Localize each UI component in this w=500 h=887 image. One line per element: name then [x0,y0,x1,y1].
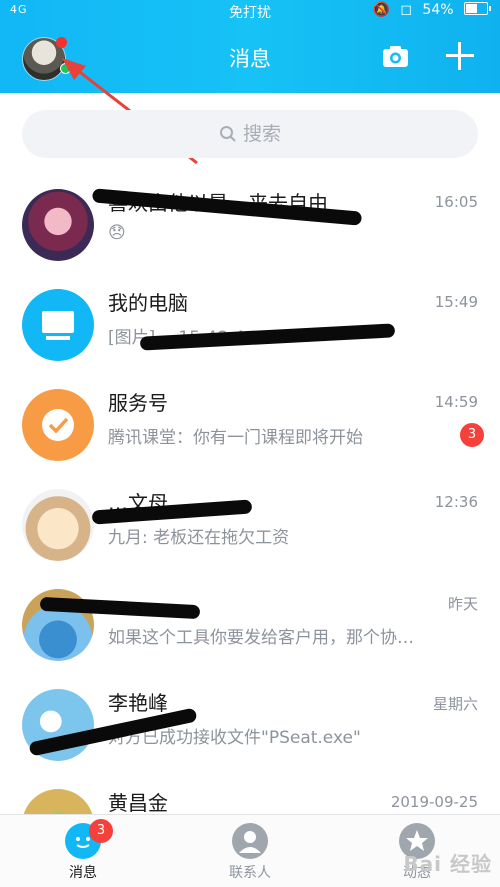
message-time: 14:59 [434,393,478,411]
conversation-item[interactable]: 李艳峰 对方已成功接收文件"PSeat.exe" 星期六 [0,675,500,775]
battery-percent: 54% [422,2,454,18]
status-right: 🔕 ◻ 54% [366,2,491,18]
conversation-item[interactable]: …文母 九月: 老板还在拖欠工资 12:36 [0,475,500,575]
message-time: 12:36 [434,493,478,511]
computer-icon [42,311,74,340]
contact-name: 黄昌金 [108,791,168,815]
search-icon [219,126,236,142]
search-input[interactable]: 搜索 [22,110,478,158]
message-preview: 腾讯课堂：你有一门课程即将开始 [108,428,363,448]
person-icon [239,831,261,853]
message-preview: 九月: 老板还在拖欠工资 [108,528,290,548]
battery-icon [464,2,491,15]
contacts-tab-icon [232,823,268,859]
bottom-nav: 3 消息 联系人 动态 Bai 经验 [0,814,500,887]
conversation-item[interactable]: 喜欢由他以是…来去自由 😞 16:05 [0,175,500,275]
watermark: Bai 经验 [403,852,492,876]
message-time: 16:05 [434,193,478,211]
tab-label: 消息 [69,865,97,881]
search-placeholder: 搜索 [242,123,281,145]
messages-unread-badge: 3 [89,819,113,843]
contact-avatar [22,389,94,461]
tab-messages[interactable]: 3 消息 [23,815,143,887]
add-icon[interactable] [446,42,474,70]
conversation-item[interactable]: 如果这个工具你要发给客户用，那个协… 昨天 [0,575,500,675]
message-time: 15:49 [434,293,478,311]
contact-name: 李艳峰 [108,691,168,715]
tab-label: 联系人 [229,865,271,881]
tab-contacts[interactable]: 联系人 [190,815,310,887]
message-time: 2019-09-25 [390,793,478,811]
unread-badge: 3 [460,423,484,447]
message-preview: 如果这个工具你要发给客户用，那个协… [108,628,414,648]
conversation-item[interactable]: 服务号 腾讯课堂：你有一门课程即将开始 14:59 3 [0,375,500,475]
message-time: 星期六 [432,695,478,713]
message-time: 昨天 [447,595,478,613]
vibrate-icon: ◻ [400,2,412,18]
contact-avatar [22,489,94,561]
contact-name: 我的电脑 [108,291,188,315]
status-bar: 4G 免打扰 🔕 ◻ 54% [0,0,500,22]
contact-name: 服务号 [108,391,168,415]
contact-avatar [22,189,94,261]
message-preview: 😞 [108,223,126,243]
header-bar: 4G 免打扰 🔕 ◻ 54% 消息 [0,0,500,93]
page-title: 消息 [229,47,271,71]
service-badge-icon [42,409,74,441]
contact-avatar [22,289,94,361]
mute-icon: 🔕 [372,2,390,18]
conversation-item[interactable]: 我的电脑 [图片]…-15-48-4… 15:49 [0,275,500,375]
camera-icon[interactable] [382,45,409,68]
